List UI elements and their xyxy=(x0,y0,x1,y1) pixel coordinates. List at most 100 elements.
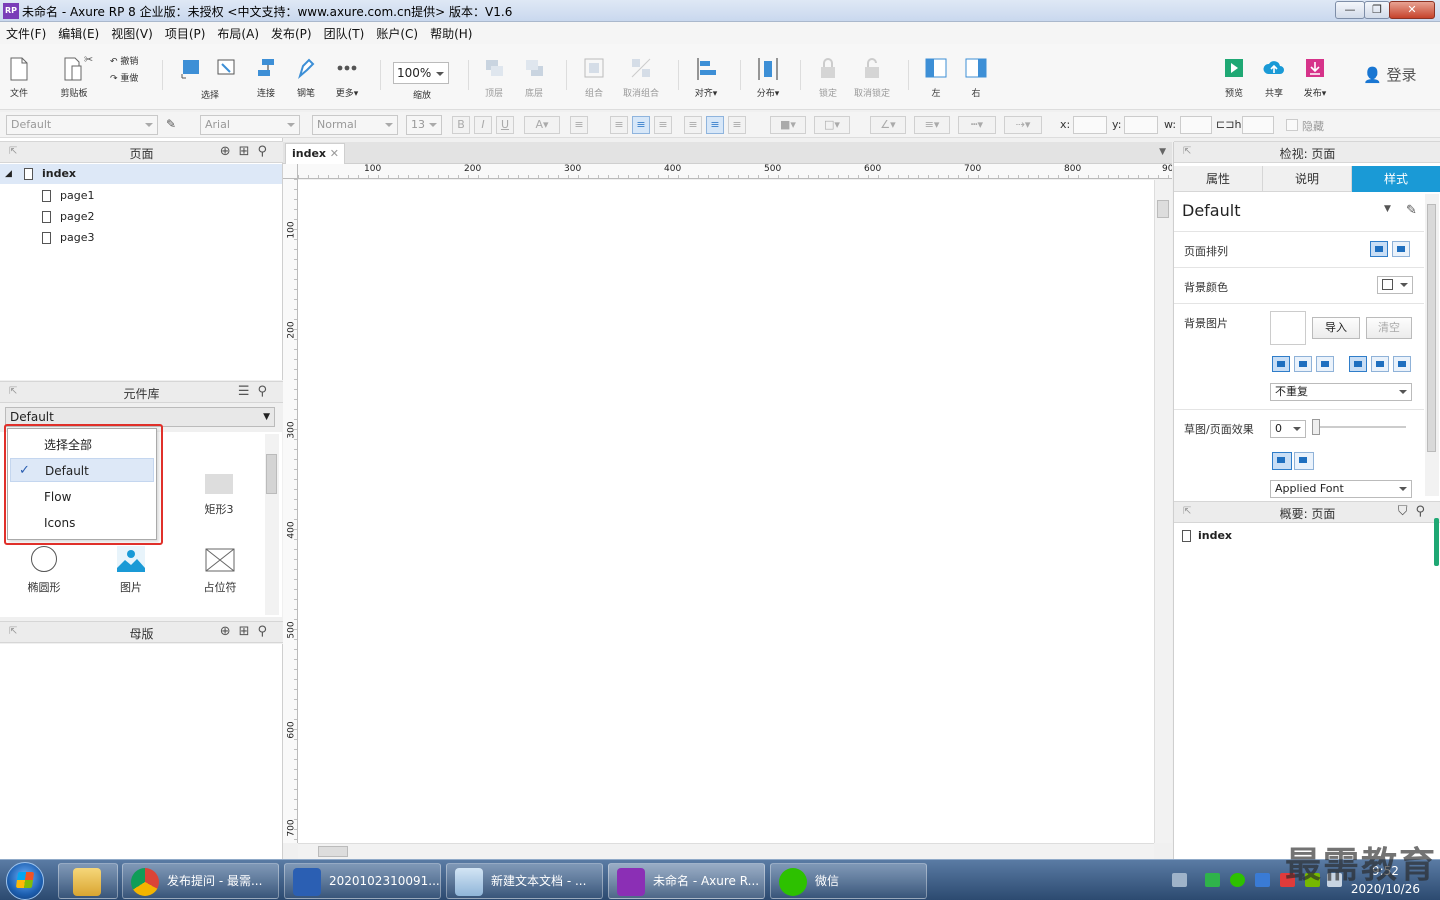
arrow-style-button[interactable]: ⇢▾ xyxy=(1004,116,1042,134)
widget-placeholder[interactable]: 占位符 xyxy=(198,546,242,595)
scrollbar-thumb[interactable] xyxy=(1157,200,1169,218)
zoom-select[interactable]: 100% xyxy=(393,62,449,84)
right-panel-toggle[interactable]: 右 xyxy=(962,56,990,99)
bg-image-preview[interactable] xyxy=(1270,311,1306,345)
wechat-tray-icon[interactable] xyxy=(1230,873,1245,887)
import-button[interactable]: 导入 xyxy=(1312,317,1360,339)
pen-tool[interactable]: 钢笔 xyxy=(292,56,320,99)
publish-button[interactable]: 发布▾ xyxy=(1298,56,1332,99)
send-bottom-tool[interactable]: 底层 xyxy=(520,56,548,99)
shield-icon[interactable] xyxy=(1255,873,1270,887)
menu-publish[interactable]: 发布(P) xyxy=(271,25,312,42)
explorer-task[interactable] xyxy=(58,863,118,899)
align-right-text-button[interactable]: ≡ xyxy=(654,116,672,134)
align-center-text-button[interactable]: ≡ xyxy=(632,116,650,134)
preview-button[interactable]: 预览 xyxy=(1220,56,1248,99)
font-color-button[interactable]: A▾ xyxy=(524,116,560,134)
page-tree-item[interactable]: page3 xyxy=(0,228,282,248)
menu-file[interactable]: 文件(F) xyxy=(6,25,46,42)
menu-account[interactable]: 账户(C) xyxy=(376,25,418,42)
w-input[interactable] xyxy=(1180,116,1212,134)
img-align-left-button[interactable] xyxy=(1272,356,1290,372)
bg-color-picker[interactable] xyxy=(1377,276,1413,294)
collapse-icon[interactable]: ◢ xyxy=(5,164,12,184)
chevron-down-icon[interactable]: ▼ xyxy=(1384,204,1391,214)
page-tree-item[interactable]: page1 xyxy=(0,186,282,206)
img-valign-top-button[interactable] xyxy=(1349,356,1367,372)
login-button[interactable]: 👤 登录 xyxy=(1363,64,1416,85)
align-left-page-button[interactable] xyxy=(1370,241,1388,257)
media-icon[interactable] xyxy=(1205,873,1220,887)
tab-index[interactable]: index ✕ xyxy=(285,143,345,164)
align-left-text-button[interactable]: ≡ xyxy=(610,116,628,134)
masters-panel-actions[interactable]: ⊕⊞⚲ xyxy=(220,624,275,639)
img-align-right-button[interactable] xyxy=(1316,356,1334,372)
clear-button[interactable]: 清空 xyxy=(1366,317,1412,339)
shadow-button[interactable]: □▾ xyxy=(814,116,850,134)
wechat-task[interactable]: 微信 xyxy=(770,863,927,899)
underline-button[interactable]: U xyxy=(496,116,514,134)
sketch-slider-track[interactable] xyxy=(1316,426,1406,428)
scrollbar-thumb[interactable] xyxy=(266,454,277,494)
chrome-task[interactable]: 发布提问 - 最需... xyxy=(122,863,279,899)
image-repeat-select[interactable]: 不重复 xyxy=(1270,383,1412,401)
connect-tool[interactable]: 连接 xyxy=(252,56,280,99)
more-tool[interactable]: 更多▾ xyxy=(330,56,364,99)
menu-project[interactable]: 项目(P) xyxy=(165,25,206,42)
page-tree-root[interactable]: ◢ index xyxy=(0,164,282,184)
menu-team[interactable]: 团队(T) xyxy=(324,25,365,42)
bring-top-tool[interactable]: 顶层 xyxy=(480,56,508,99)
share-button[interactable]: 共享 xyxy=(1258,56,1290,99)
color-mode-button[interactable] xyxy=(1272,452,1292,470)
outline-actions[interactable]: ⛉⚲ xyxy=(1398,504,1433,519)
unlock-tool[interactable]: 取消锁定 xyxy=(852,56,892,99)
outline-scroll-indicator[interactable] xyxy=(1434,518,1439,566)
y-input[interactable] xyxy=(1124,116,1158,134)
lock-tool[interactable]: 锁定 xyxy=(814,56,842,99)
tab-properties[interactable]: 属性 xyxy=(1174,166,1263,192)
sketch-input[interactable]: 0 xyxy=(1270,420,1306,438)
lock-ratio-icon[interactable]: ⊏⊐ xyxy=(1216,118,1234,131)
keyboard-icon[interactable] xyxy=(1172,873,1187,887)
widget-rectangle3[interactable]: 矩形3 xyxy=(198,474,240,517)
line-color-button[interactable]: ∠▾ xyxy=(870,116,906,134)
ungroup-tool[interactable]: 取消组合 xyxy=(618,56,664,99)
menu-layout[interactable]: 布局(A) xyxy=(217,25,259,42)
design-canvas[interactable] xyxy=(298,180,1154,843)
line-style-button[interactable]: ┅▾ xyxy=(958,116,996,134)
maximize-button[interactable]: ❐ xyxy=(1364,1,1390,19)
sketch-slider-thumb[interactable] xyxy=(1312,419,1320,435)
tab-notes[interactable]: 说明 xyxy=(1263,166,1352,192)
tab-style[interactable]: 样式 xyxy=(1352,166,1440,192)
img-valign-middle-button[interactable] xyxy=(1371,356,1389,372)
valign-middle-button[interactable]: ≡ xyxy=(706,116,724,134)
x-input[interactable] xyxy=(1073,116,1107,134)
h-input[interactable] xyxy=(1242,116,1274,134)
undo-button[interactable]: ↶ 撤销 xyxy=(110,54,138,67)
widget-image[interactable]: 图片 xyxy=(110,546,152,595)
valign-bottom-button[interactable]: ≡ xyxy=(728,116,746,134)
tab-menu-chevron-icon[interactable]: ▼ xyxy=(1159,147,1166,157)
inspector-scrollbar[interactable] xyxy=(1425,194,1439,496)
applied-font-select[interactable]: Applied Font xyxy=(1270,480,1412,498)
hidden-checkbox[interactable] xyxy=(1286,119,1298,131)
page-tree-item[interactable]: page2 xyxy=(0,207,282,227)
left-panel-toggle[interactable]: 左 xyxy=(922,56,950,99)
bold-button[interactable]: B xyxy=(452,116,470,134)
align-tool[interactable]: 对齐▾ xyxy=(690,56,722,99)
cut-icon[interactable]: ✂ xyxy=(84,53,93,66)
outline-item[interactable]: index xyxy=(1174,526,1424,546)
menu-edit[interactable]: 编辑(E) xyxy=(58,25,99,42)
scrollbar-thumb[interactable] xyxy=(318,846,348,857)
edit-style-icon[interactable]: ✎ xyxy=(1406,203,1417,218)
widget-scrollbar[interactable] xyxy=(265,434,279,615)
edit-style-icon[interactable]: ✎ xyxy=(166,117,176,131)
canvas-vertical-scrollbar[interactable] xyxy=(1154,180,1172,843)
img-align-center-button[interactable] xyxy=(1294,356,1312,372)
close-button[interactable]: ✕ xyxy=(1389,1,1435,19)
minimize-button[interactable]: — xyxy=(1335,1,1365,19)
library-panel-actions[interactable]: ☰⚲ xyxy=(238,384,275,399)
intersect-select-tool[interactable] xyxy=(214,56,238,86)
axure-task[interactable]: 未命名 - Axure R... xyxy=(608,863,765,899)
widget-ellipse[interactable]: 椭圆形 xyxy=(22,546,66,595)
